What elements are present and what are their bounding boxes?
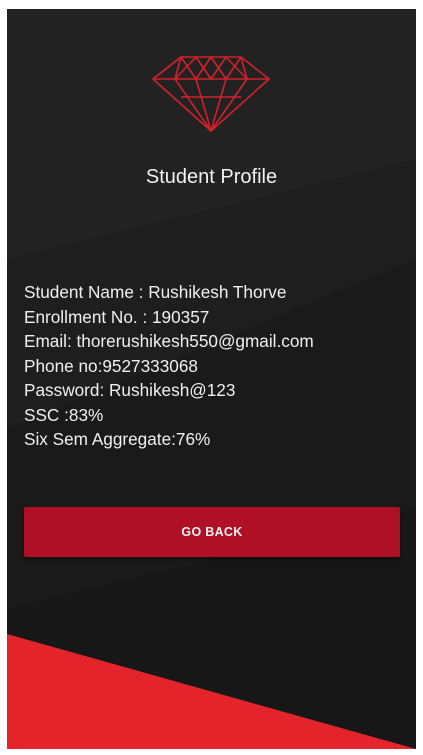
enrollment-number-text: Enrollment No. : 190357	[24, 306, 210, 327]
aggregate-text: Six Sem Aggregate:76%	[24, 429, 211, 449]
phone-number-text: Phone no:9527333068	[24, 355, 198, 376]
profile-details: Student Name : Rushikesh Thorve Enrollme…	[24, 280, 409, 452]
email-text: Email: thorerushikesh550@gmail.com	[24, 331, 314, 351]
page-title: Student Profile	[145, 166, 278, 188]
diamond-icon	[152, 56, 270, 132]
ssc-text: SSC :83%	[24, 404, 104, 425]
password-text: Password: Rushikesh@123	[24, 380, 236, 400]
go-back-button[interactable]: GO BACK	[24, 507, 400, 557]
student-name-text: Student Name : Rushikesh Thorve	[24, 282, 287, 302]
profile-screen: Student Profile Student Name : Rushikesh…	[7, 9, 416, 749]
